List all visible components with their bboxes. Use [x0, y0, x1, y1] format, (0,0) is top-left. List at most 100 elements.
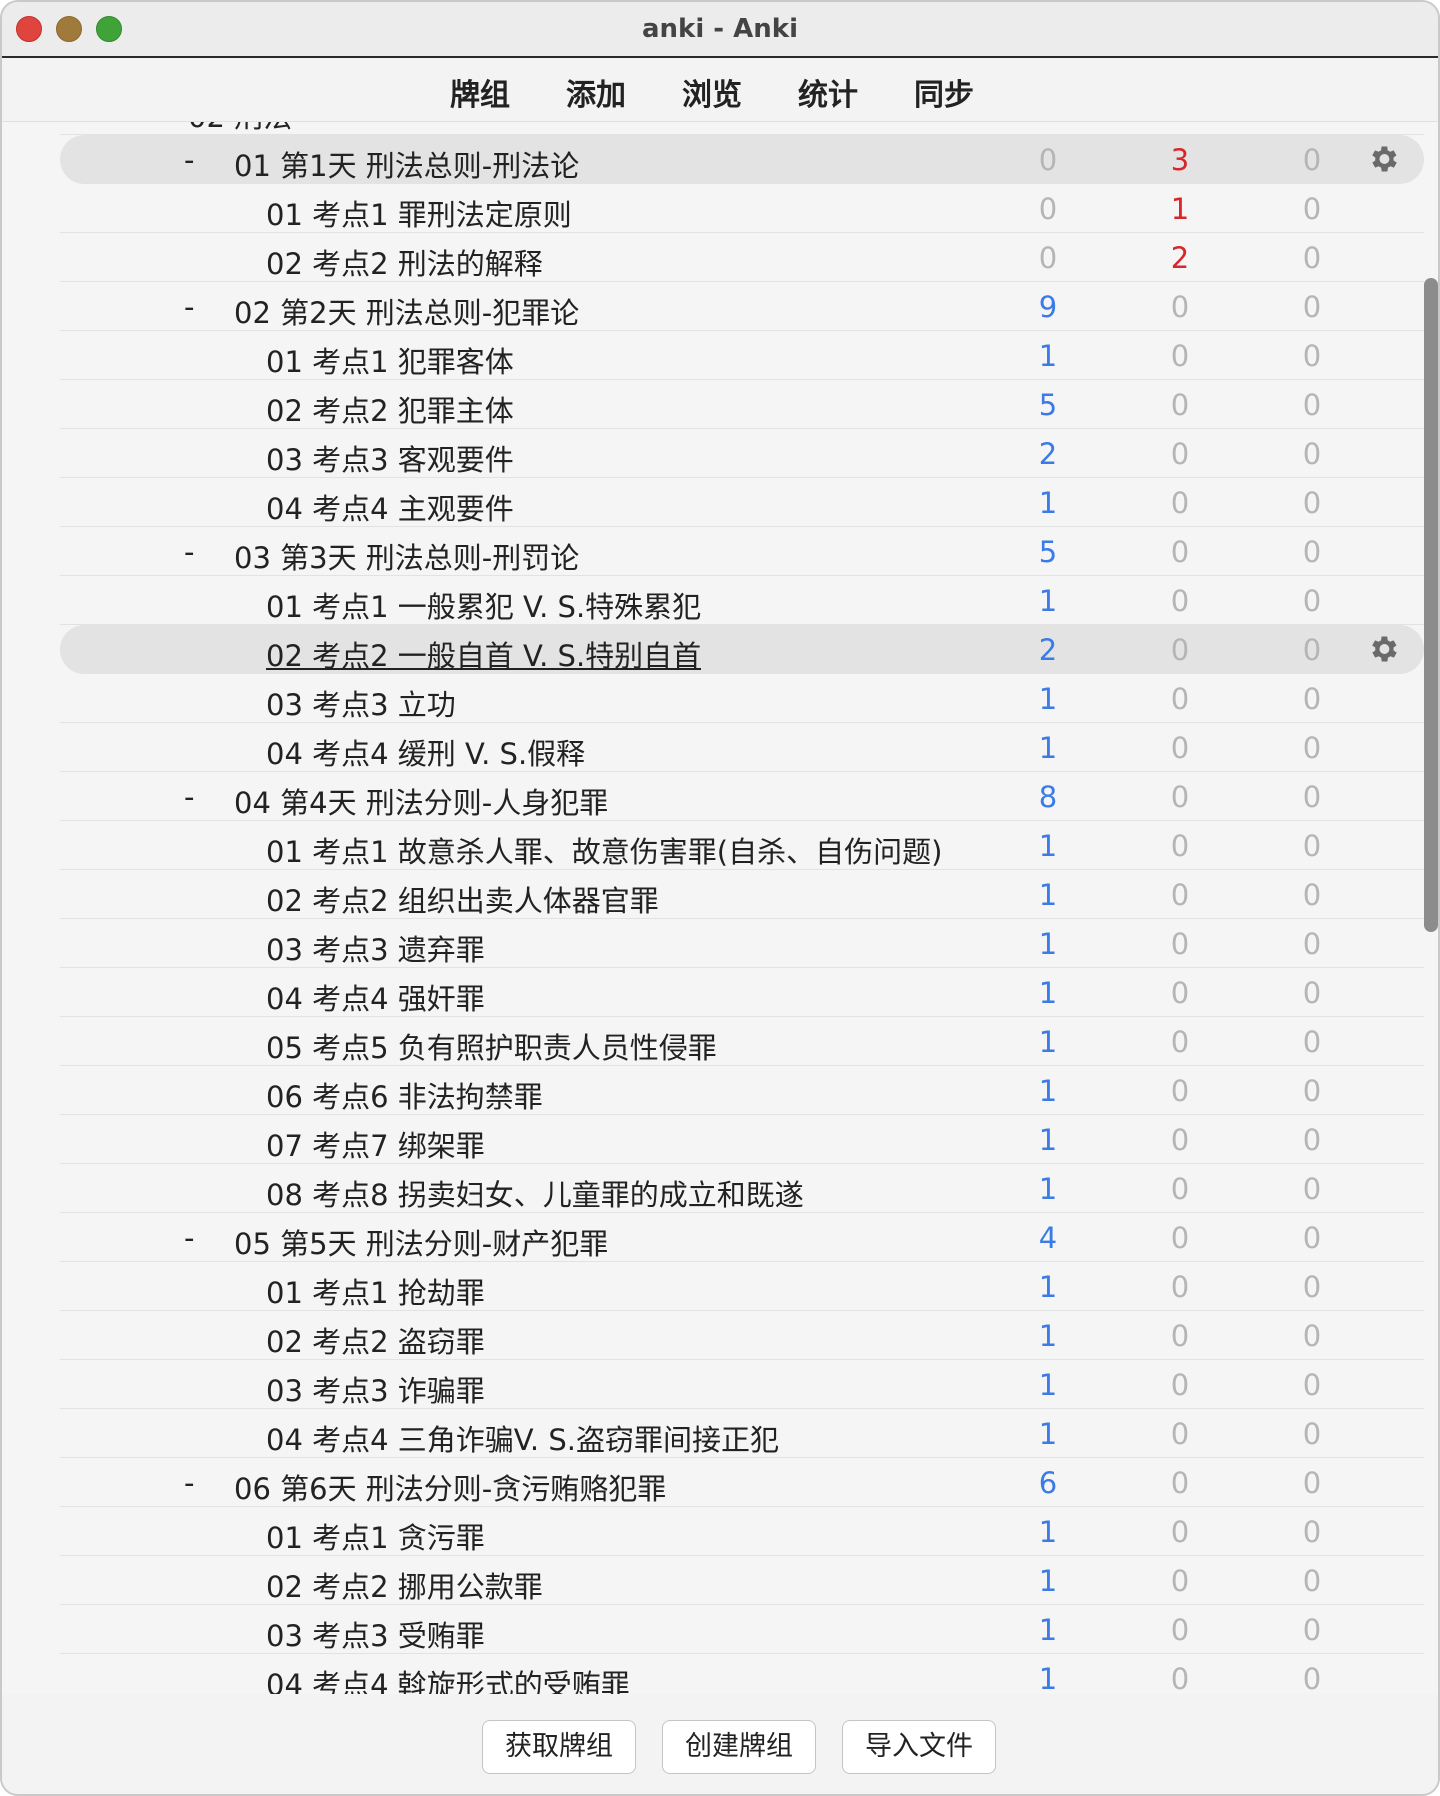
deck-name[interactable]: 07 考点7 绑架罪 [266, 1123, 485, 1165]
toolbar-browse[interactable]: 浏览 [654, 70, 770, 114]
import-file-button[interactable]: 导入文件 [842, 1720, 996, 1774]
deck-name[interactable]: 02 考点2 一般自首 V. S.特别自首 [266, 633, 701, 675]
deck-name[interactable]: 01 考点1 故意杀人罪、故意伤害罪(自杀、自伤问题) [266, 829, 942, 871]
deck-row[interactable]: 04 考点4 缓刑 V. S.假释 1 0 0 [60, 723, 1424, 772]
deck-row[interactable]: 03 考点3 诈骗罪 1 0 0 [60, 1360, 1424, 1409]
new-count: 1 [1038, 339, 1058, 373]
toolbar-sync[interactable]: 同步 [886, 70, 1002, 114]
get-shared-decks-button[interactable]: 获取牌组 [482, 1720, 636, 1774]
due-count: 0 [1302, 1123, 1322, 1157]
deck-options-gear-icon[interactable] [1366, 632, 1400, 666]
deck-row[interactable]: 02 考点2 挪用公款罪 1 0 0 [60, 1556, 1424, 1605]
deck-row[interactable]: 02 考点2 一般自首 V. S.特别自首 2 0 0 [60, 625, 1424, 674]
due-count: 0 [1302, 633, 1322, 667]
due-count: 0 [1302, 1417, 1322, 1451]
deck-name[interactable]: 08 考点8 拐卖妇女、儿童罪的成立和既遂 [266, 1172, 804, 1214]
due-count: 0 [1302, 1613, 1322, 1647]
deck-row[interactable]: 01 考点1 犯罪客体 1 0 0 [60, 331, 1424, 380]
deck-row[interactable]: 01 考点1 罪刑法定原则 0 1 0 [60, 184, 1424, 233]
deck-row[interactable]: 07 考点7 绑架罪 1 0 0 [60, 1115, 1424, 1164]
collapse-toggle[interactable]: - [184, 1221, 194, 1255]
deck-name[interactable]: 02 考点2 犯罪主体 [266, 388, 514, 430]
deck-name[interactable]: 06 第6天 刑法分则-贪污贿赂犯罪 [234, 1466, 666, 1508]
deck-name[interactable]: 05 第5天 刑法分则-财产犯罪 [234, 1221, 608, 1263]
deck-name[interactable]: 03 考点3 诈骗罪 [266, 1368, 485, 1410]
deck-name[interactable]: 05 考点5 负有照护职责人员性侵罪 [266, 1025, 717, 1067]
deck-row[interactable]: 01 考点1 贪污罪 1 0 0 [60, 1507, 1424, 1556]
deck-name[interactable]: 04 考点4 三角诈骗V. S.盗窃罪间接正犯 [266, 1417, 779, 1459]
deck-name[interactable]: 03 考点3 客观要件 [266, 437, 514, 479]
learn-count: 0 [1170, 535, 1190, 569]
deck-row[interactable]: 02 考点2 犯罪主体 5 0 0 [60, 380, 1424, 429]
deck-name[interactable]: 04 考点4 斡旋形式的受贿罪 [266, 1662, 630, 1694]
deck-name[interactable]: 01 考点1 抢劫罪 [266, 1270, 485, 1312]
deck-row[interactable]: - 06 第6天 刑法分则-贪污贿赂犯罪 6 0 0 [60, 1458, 1424, 1507]
deck-row[interactable]: 01 考点1 一般累犯 V. S.特殊累犯 1 0 0 [60, 576, 1424, 625]
toolbar-decks[interactable]: 牌组 [422, 70, 538, 114]
deck-name[interactable]: 02 第2天 刑法总则-犯罪论 [234, 290, 579, 332]
deck-name[interactable]: 06 考点6 非法拘禁罪 [266, 1074, 543, 1116]
deck-row[interactable]: 02 考点2 盗窃罪 1 0 0 [60, 1311, 1424, 1360]
due-count: 0 [1302, 1564, 1322, 1598]
deck-name[interactable]: 02 考点2 挪用公款罪 [266, 1564, 543, 1606]
deck-row[interactable]: 06 考点6 非法拘禁罪 1 0 0 [60, 1066, 1424, 1115]
new-count: 0 [1038, 241, 1058, 275]
deck-name[interactable]: 04 考点4 主观要件 [266, 486, 514, 528]
deck-row[interactable]: - 04 第4天 刑法分则-人身犯罪 8 0 0 [60, 772, 1424, 821]
deck-row[interactable]: 03 考点3 客观要件 2 0 0 [60, 429, 1424, 478]
deck-name[interactable]: 02 考点2 刑法的解释 [266, 241, 543, 283]
deck-row[interactable]: 04 考点4 主观要件 1 0 0 [60, 478, 1424, 527]
deck-row[interactable]: 02 考点2 组织出卖人体器官罪 1 0 0 [60, 870, 1424, 919]
learn-count: 0 [1170, 1368, 1190, 1402]
deck-row[interactable]: 01 考点1 故意杀人罪、故意伤害罪(自杀、自伤问题) 1 0 0 [60, 821, 1424, 870]
due-count: 0 [1302, 1074, 1322, 1108]
deck-options-gear-icon[interactable] [1366, 142, 1400, 176]
new-count: 1 [1038, 486, 1058, 520]
deck-name[interactable]: 01 考点1 犯罪客体 [266, 339, 514, 381]
create-deck-button[interactable]: 创建牌组 [662, 1720, 816, 1774]
collapse-toggle[interactable]: - [184, 780, 194, 814]
deck-list-scrollbar[interactable] [1424, 278, 1438, 932]
deck-row[interactable]: 04 考点4 三角诈骗V. S.盗窃罪间接正犯 1 0 0 [60, 1409, 1424, 1458]
deck-name[interactable]: 01 考点1 贪污罪 [266, 1515, 485, 1557]
learn-count: 0 [1170, 1515, 1190, 1549]
deck-name[interactable]: 01 第1天 刑法总则-刑法论 [234, 143, 579, 185]
due-count: 0 [1302, 1221, 1322, 1255]
toolbar-stats[interactable]: 统计 [770, 70, 886, 114]
deck-row[interactable]: 04 考点4 强奸罪 1 0 0 [60, 968, 1424, 1017]
deck-name[interactable]: 03 考点3 立功 [266, 682, 456, 724]
deck-name[interactable]: 01 考点1 一般累犯 V. S.特殊累犯 [266, 584, 701, 626]
collapse-toggle[interactable]: - [136, 122, 146, 128]
learn-count: 0 [1170, 927, 1190, 961]
deck-row[interactable]: 04 考点4 斡旋形式的受贿罪 1 0 0 [60, 1654, 1424, 1694]
collapse-toggle[interactable]: - [184, 143, 194, 177]
deck-name[interactable]: 02 考点2 盗窃罪 [266, 1319, 485, 1361]
deck-name[interactable]: 03 第3天 刑法总则-刑罚论 [234, 535, 579, 577]
deck-name[interactable]: 01 考点1 罪刑法定原则 [266, 192, 572, 234]
due-count: 0 [1302, 829, 1322, 863]
deck-row[interactable]: 03 考点3 遗弃罪 1 0 0 [60, 919, 1424, 968]
deck-row[interactable]: - 05 第5天 刑法分则-财产犯罪 4 0 0 [60, 1213, 1424, 1262]
deck-row[interactable]: - 02 刑法 32 3 0 [60, 122, 1424, 135]
deck-name[interactable]: 04 考点4 缓刑 V. S.假释 [266, 731, 585, 773]
deck-row[interactable]: - 01 第1天 刑法总则-刑法论 0 3 0 [60, 135, 1424, 184]
deck-row[interactable]: 02 考点2 刑法的解释 0 2 0 [60, 233, 1424, 282]
deck-name[interactable]: 04 第4天 刑法分则-人身犯罪 [234, 780, 608, 822]
deck-name[interactable]: 04 考点4 强奸罪 [266, 976, 485, 1018]
deck-row[interactable]: - 02 第2天 刑法总则-犯罪论 9 0 0 [60, 282, 1424, 331]
deck-row[interactable]: - 03 第3天 刑法总则-刑罚论 5 0 0 [60, 527, 1424, 576]
learn-count: 0 [1170, 780, 1190, 814]
deck-row[interactable]: 08 考点8 拐卖妇女、儿童罪的成立和既遂 1 0 0 [60, 1164, 1424, 1213]
toolbar-add[interactable]: 添加 [538, 70, 654, 114]
deck-row[interactable]: 03 考点3 受贿罪 1 0 0 [60, 1605, 1424, 1654]
collapse-toggle[interactable]: - [184, 1466, 194, 1500]
deck-name[interactable]: 03 考点3 受贿罪 [266, 1613, 485, 1655]
deck-row[interactable]: 03 考点3 立功 1 0 0 [60, 674, 1424, 723]
deck-name[interactable]: 02 刑法 [188, 122, 292, 136]
deck-name[interactable]: 02 考点2 组织出卖人体器官罪 [266, 878, 659, 920]
collapse-toggle[interactable]: - [184, 535, 194, 569]
collapse-toggle[interactable]: - [184, 290, 194, 324]
deck-row[interactable]: 05 考点5 负有照护职责人员性侵罪 1 0 0 [60, 1017, 1424, 1066]
deck-row[interactable]: 01 考点1 抢劫罪 1 0 0 [60, 1262, 1424, 1311]
deck-name[interactable]: 03 考点3 遗弃罪 [266, 927, 485, 969]
